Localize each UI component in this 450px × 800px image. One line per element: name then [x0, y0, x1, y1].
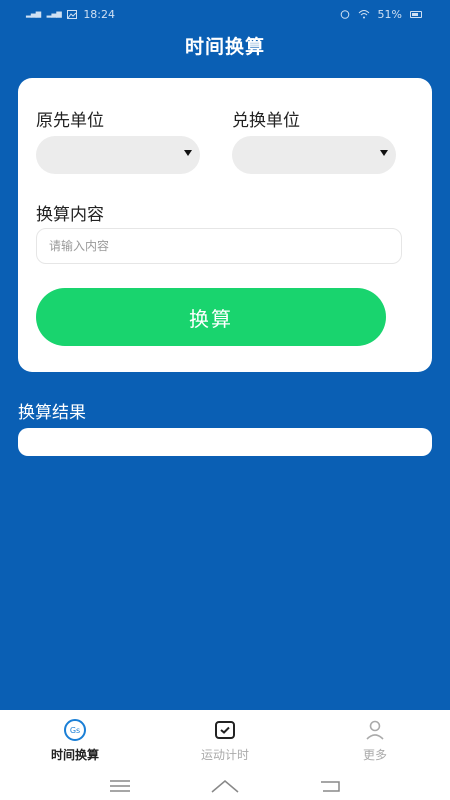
tab-label: 更多 [362, 748, 387, 762]
system-nav-bar [0, 772, 450, 800]
bottom-nav: Gs 时间换算 运动计时 更多 [0, 710, 450, 800]
tab-exercise-timer[interactable]: 运动计时 [165, 718, 285, 768]
convert-button[interactable]: 换算 [36, 288, 386, 346]
target-unit-select[interactable] [232, 136, 396, 174]
tab-more[interactable]: 更多 [315, 718, 435, 768]
original-unit-select[interactable] [36, 136, 200, 174]
menu-icon[interactable] [109, 779, 131, 793]
status-time: 18:24 [83, 7, 116, 21]
result-box [18, 428, 432, 456]
battery-icon [410, 10, 422, 18]
status-bar: ▂▄▆ ▂▄▆ 18:24 51% [0, 0, 450, 28]
page-title: 时间换算 [184, 36, 265, 58]
back-icon[interactable] [319, 779, 341, 793]
svg-text:Gs: Gs [70, 726, 80, 735]
result-label: 换算结果 [18, 403, 86, 423]
image-icon [67, 9, 78, 19]
tab-time-conversion[interactable]: Gs 时间换算 [15, 718, 135, 768]
clock-icon: Gs [64, 719, 86, 741]
wifi-icon [358, 10, 369, 19]
status-right: 51% [340, 8, 422, 21]
dropdown-arrow-icon [380, 150, 388, 156]
home-icon[interactable] [210, 778, 240, 794]
target-unit-label: 兑换单位 [232, 111, 300, 131]
content-label: 换算内容 [36, 205, 104, 225]
content-input[interactable] [36, 228, 402, 264]
conversion-card: 原先单位 兑换单位 换算内容 换算 [18, 78, 432, 372]
status-left: ▂▄▆ ▂▄▆ 18:24 [26, 8, 115, 21]
tab-label: 运动计时 [200, 748, 249, 762]
signal-icon-2: ▂▄▆ [46, 10, 62, 18]
original-unit-label: 原先单位 [36, 111, 104, 131]
alarm-icon [340, 10, 349, 19]
signal-icon: ▂▄▆ [26, 10, 41, 18]
dropdown-arrow-icon [184, 150, 192, 156]
tab-label: 时间换算 [50, 748, 99, 762]
battery-percent: 51% [377, 7, 402, 21]
timer-icon [215, 721, 235, 739]
user-icon [366, 720, 384, 740]
